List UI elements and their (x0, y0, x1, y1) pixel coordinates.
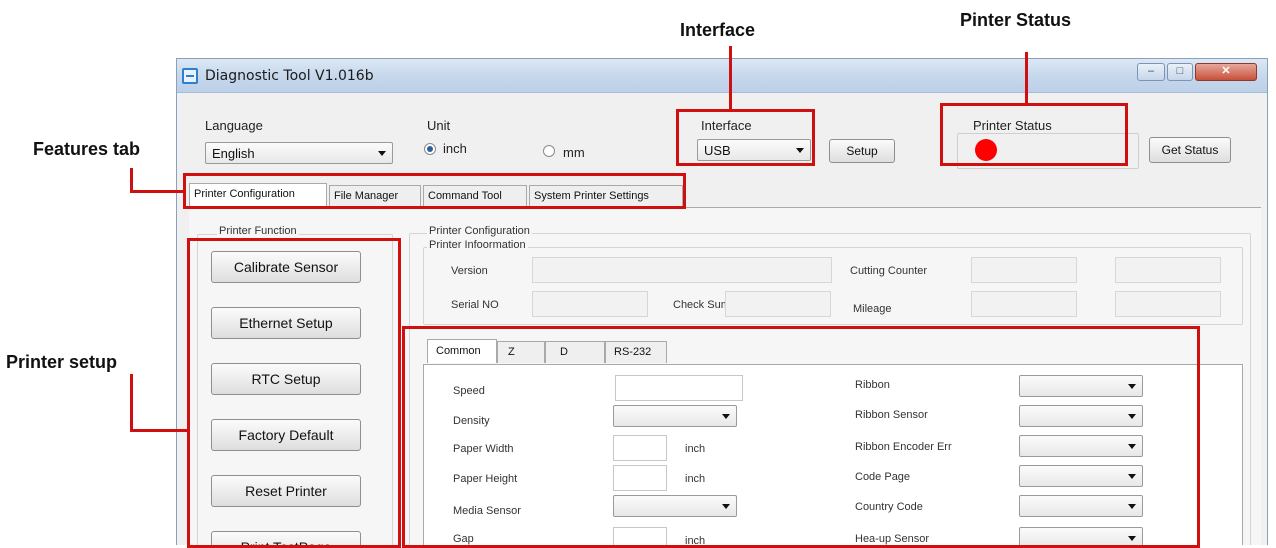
check-sum-field (725, 291, 831, 317)
check-sum-label: Check Sum (673, 299, 730, 311)
callout-interface: Interface (680, 20, 756, 40)
app-icon (182, 68, 198, 84)
chevron-down-icon (378, 151, 386, 156)
mileage-label: Mileage (853, 303, 892, 315)
printer-information-title: Printer Infoormation (427, 239, 528, 251)
common-settings-highlight (402, 326, 1200, 548)
interface-connector (729, 46, 732, 110)
version-field (532, 257, 832, 283)
serial-no-label: Serial NO (451, 299, 499, 311)
callout-printer-status: Pinter Status (960, 10, 1072, 30)
mileage-field (971, 291, 1077, 317)
unit-mm-label: mm (563, 145, 585, 160)
cutting-counter-field (971, 257, 1077, 283)
unit-label: Unit (427, 118, 451, 133)
printer-status-connector (1025, 52, 1028, 104)
title-bar: Diagnostic Tool V1.016b – □ ✕ (177, 59, 1267, 93)
printer-function-title: Printer Function (217, 225, 299, 237)
printer-configuration-title: Printer Configuration (427, 225, 532, 237)
window-title: Diagnostic Tool V1.016b (205, 68, 374, 84)
get-status-button[interactable]: Get Status (1149, 137, 1231, 163)
features-tab-highlight (183, 173, 686, 209)
printer-setup-highlight (187, 238, 401, 548)
setup-button[interactable]: Setup (829, 139, 895, 163)
cutting-counter-label: Cutting Counter (850, 265, 928, 277)
minimize-icon[interactable]: – (1137, 63, 1165, 81)
printer-setup-connector-v (130, 374, 133, 432)
language-label: Language (205, 118, 263, 133)
unit-inch-label: inch (443, 141, 467, 156)
printer-setup-connector-h (130, 429, 188, 432)
serial-no-field (532, 291, 648, 317)
unit-mm-radio[interactable] (543, 145, 555, 157)
cutting-counter-field-2 (1115, 257, 1221, 283)
language-select[interactable]: English (205, 142, 393, 164)
unit-inch-radio[interactable] (424, 143, 436, 155)
language-value: English (212, 146, 255, 161)
mileage-field-2 (1115, 291, 1221, 317)
maximize-icon[interactable]: □ (1167, 63, 1193, 81)
close-icon[interactable]: ✕ (1195, 63, 1257, 81)
callout-features-tab: Features tab (33, 139, 141, 159)
printer-status-highlight (940, 103, 1128, 166)
interface-highlight (676, 109, 815, 166)
callout-printer-setup: Printer setup (6, 352, 118, 372)
features-tab-connector-h (130, 190, 184, 193)
version-label: Version (451, 265, 488, 277)
